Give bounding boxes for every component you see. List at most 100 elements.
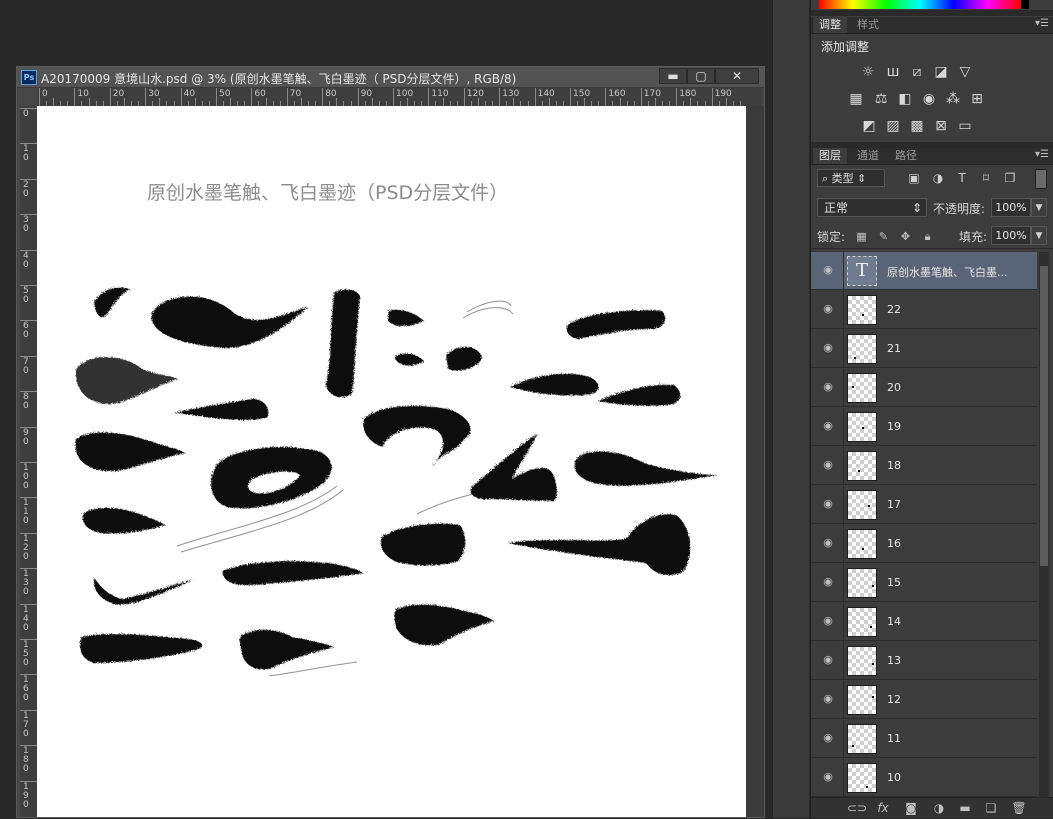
visibility-eye-icon[interactable]: ◉ [821, 381, 835, 393]
fill-dropdown-button[interactable]: ▼ [1031, 226, 1047, 245]
vibrance-icon[interactable]: ▽ [957, 64, 973, 80]
layer-row[interactable]: ◉ 12 [811, 681, 1037, 719]
new-layer-icon[interactable]: ❏ [983, 801, 999, 815]
layer-row[interactable]: ◉ 16 [811, 525, 1037, 563]
lock-transparent-pixels-icon[interactable]: ▦ [855, 230, 868, 243]
layer-name[interactable]: 14 [887, 615, 1033, 628]
layer-thumbnail[interactable] [847, 412, 877, 442]
gradient-map-icon[interactable]: ▭ [957, 118, 973, 134]
black-white-icon[interactable]: ◧ [897, 91, 913, 107]
visibility-eye-icon[interactable]: ◉ [821, 420, 835, 432]
layer-row[interactable]: ◉ 21 [811, 330, 1037, 368]
layer-row[interactable]: ◉ 14 [811, 603, 1037, 641]
levels-icon[interactable]: ш [885, 64, 901, 80]
threshold-icon[interactable]: ▩ [909, 118, 925, 134]
opacity-dropdown-button[interactable]: ▼ [1031, 198, 1047, 217]
layer-row[interactable]: ◉ 22 [811, 291, 1037, 329]
ruler-vertical[interactable]: 0 1 0 2 0 3 0 4 0 5 0 6 0 7 0 8 0 9 0 1 0 0 1 1 0 1 … [20, 106, 38, 817]
trash-icon[interactable]: 🗑︎ [1011, 801, 1027, 815]
visibility-eye-icon[interactable]: ◉ [821, 303, 835, 315]
layer-name[interactable]: 10 [887, 771, 1033, 784]
color-black-swatch[interactable] [1021, 0, 1029, 9]
visibility-eye-icon[interactable]: ◉ [821, 537, 835, 549]
layer-row[interactable]: ◉ 15 [811, 564, 1037, 602]
tab-paths[interactable]: 路径 [889, 148, 923, 164]
tab-layers[interactable]: 图层 [813, 148, 847, 164]
tab-styles[interactable]: 样式 [851, 17, 885, 33]
layer-row[interactable]: ◉ 20 [811, 369, 1037, 407]
color-balance-icon[interactable]: ⚖ [873, 91, 889, 107]
tab-adjustments[interactable]: 调整 [813, 17, 847, 33]
layer-thumbnail[interactable]: T [847, 256, 877, 286]
layer-kind-filter-select[interactable]: ⌕ 类型 ⇕ [817, 169, 885, 187]
layer-row[interactable]: ◉ T 原创水墨笔触、飞白墨... [811, 252, 1037, 290]
color-spectrum-bar[interactable] [819, 0, 1021, 9]
layer-name[interactable]: 12 [887, 693, 1033, 706]
lock-all-icon[interactable]: 🔒︎ [921, 230, 934, 243]
minimize-button[interactable]: ▬ [659, 68, 687, 84]
layer-thumbnail[interactable] [847, 646, 877, 676]
layer-name[interactable]: 22 [887, 303, 1033, 316]
invert-icon[interactable]: ◩ [861, 118, 877, 134]
document-titlebar[interactable]: Ps A20170009 意境山水.psd @ 3% (原创水墨笔触、飞白墨迹（… [17, 67, 764, 88]
layer-thumbnail[interactable] [847, 295, 877, 325]
visibility-eye-icon[interactable]: ◉ [821, 771, 835, 783]
selective-color-icon[interactable]: ⊠ [933, 118, 949, 134]
lock-position-icon[interactable]: ✥ [899, 230, 912, 243]
restore-button[interactable]: ▢ [687, 68, 715, 84]
layer-thumbnail[interactable] [847, 373, 877, 403]
layer-row[interactable]: ◉ 19 [811, 408, 1037, 446]
layer-name[interactable]: 11 [887, 732, 1033, 745]
hue-saturation-icon[interactable]: ▦ [848, 91, 864, 107]
smart-object-filter-icon[interactable]: ❐ [1003, 171, 1017, 185]
layer-row[interactable]: ◉ 18 [811, 447, 1037, 485]
curves-icon[interactable]: ⧄ [909, 64, 925, 80]
layer-name[interactable]: 15 [887, 576, 1033, 589]
layer-thumbnail[interactable] [847, 724, 877, 754]
panel-menu-icon[interactable]: ▾☰ [1035, 18, 1049, 29]
layer-thumbnail[interactable] [847, 451, 877, 481]
visibility-eye-icon[interactable]: ◉ [821, 615, 835, 627]
layer-thumbnail[interactable] [847, 685, 877, 715]
layer-thumbnail[interactable] [847, 607, 877, 637]
layer-row[interactable]: ◉ 17 [811, 486, 1037, 524]
opacity-input[interactable]: 100% [991, 198, 1031, 217]
layer-name[interactable]: 16 [887, 537, 1033, 550]
shape-filter-icon[interactable]: ⌑ [979, 171, 993, 185]
photo-filter-icon[interactable]: ◉ [921, 91, 937, 107]
layer-row[interactable]: ◉ 13 [811, 642, 1037, 680]
mask-icon[interactable]: ◙ [903, 801, 919, 815]
channel-mixer-icon[interactable]: ⁂ [945, 91, 961, 107]
filter-toggle-switch[interactable] [1035, 169, 1047, 189]
layer-thumbnail[interactable] [847, 490, 877, 520]
layers-scrollbar[interactable] [1039, 252, 1049, 798]
layer-name[interactable]: 20 [887, 381, 1033, 394]
layer-name[interactable]: 原创水墨笔触、飞白墨... [887, 264, 1033, 280]
visibility-eye-icon[interactable]: ◉ [821, 459, 835, 471]
layer-name[interactable]: 13 [887, 654, 1033, 667]
adjustment-filter-icon[interactable]: ◑ [931, 171, 945, 185]
adjustment-layer-icon[interactable]: ◑ [931, 801, 947, 815]
visibility-eye-icon[interactable]: ◉ [821, 576, 835, 588]
brightness-icon[interactable]: ☼ [860, 64, 876, 80]
panel-menu-icon[interactable]: ▾☰ [1035, 149, 1049, 160]
close-button[interactable]: ✕ [715, 68, 759, 84]
canvas[interactable]: 原创水墨笔触、飞白墨迹（PSD分层文件） [37, 106, 746, 817]
layer-thumbnail[interactable] [847, 763, 877, 793]
type-filter-icon[interactable]: T [955, 171, 969, 185]
tab-channels[interactable]: 通道 [851, 148, 885, 164]
exposure-icon[interactable]: ◪ [933, 64, 949, 80]
layer-thumbnail[interactable] [847, 568, 877, 598]
layer-name[interactable]: 17 [887, 498, 1033, 511]
layer-thumbnail[interactable] [847, 334, 877, 364]
layer-name[interactable]: 21 [887, 342, 1033, 355]
layer-name[interactable]: 19 [887, 420, 1033, 433]
ruler-horizontal[interactable]: 0 10 20 30 40 50 60 70 80 90 100 110 120 130 140 150 160… [37, 88, 762, 107]
visibility-eye-icon[interactable]: ◉ [821, 498, 835, 510]
visibility-eye-icon[interactable]: ◉ [821, 732, 835, 744]
lock-image-pixels-icon[interactable]: ✎ [877, 230, 890, 243]
posterize-icon[interactable]: ▨ [885, 118, 901, 134]
layer-row[interactable]: ◉ 10 [811, 759, 1037, 797]
link-icon[interactable]: ⊂⊃ [847, 801, 867, 815]
visibility-eye-icon[interactable]: ◉ [821, 264, 835, 276]
